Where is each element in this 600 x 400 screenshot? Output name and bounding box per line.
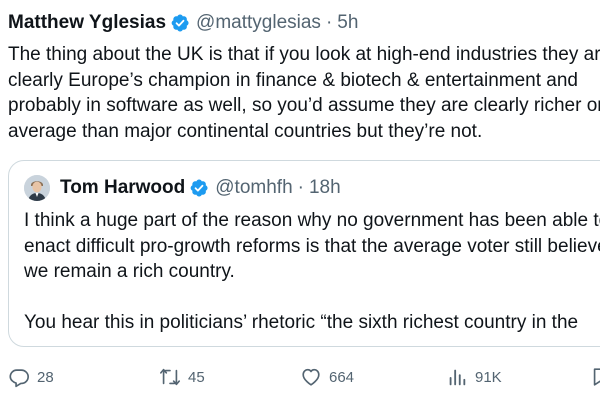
quoted-tweet-text: I think a huge part of the reason why no… (24, 210, 600, 333)
verified-badge-icon (170, 13, 190, 33)
quoted-tweet-header: Tom Harwood @tomhfh · 18h (24, 174, 341, 202)
tweet[interactable]: Matthew Yglesias @mattyglesias · 5h The … (0, 0, 600, 400)
avatar[interactable] (24, 175, 50, 201)
retweet-count: 45 (188, 368, 205, 386)
separator-dot: · (297, 177, 304, 198)
author-handle[interactable]: @mattyglesias (196, 12, 321, 34)
like-count: 664 (329, 368, 355, 386)
action-bar: 28 45 664 91K (8, 364, 600, 390)
tweet-header: Matthew Yglesias @mattyglesias · 5h (8, 10, 358, 36)
heart-icon (300, 366, 322, 388)
views-count: 91K (475, 368, 502, 386)
bookmark-icon (590, 366, 600, 388)
reply-count: 28 (37, 368, 54, 386)
reply-icon (8, 366, 30, 388)
tweet-timestamp[interactable]: 5h (337, 12, 358, 34)
author-name[interactable]: Matthew Yglesias (8, 12, 166, 34)
quoted-tweet[interactable]: Tom Harwood @tomhfh · 18h I think a huge… (8, 160, 600, 347)
retweet-button[interactable]: 45 (159, 364, 205, 390)
like-button[interactable]: 664 (300, 364, 354, 390)
quoted-author-name[interactable]: Tom Harwood (60, 177, 185, 199)
verified-badge-icon (189, 178, 209, 198)
retweet-icon (159, 366, 181, 388)
views-chart-icon (446, 366, 468, 388)
bookmark-button[interactable] (590, 364, 600, 390)
quoted-author-handle[interactable]: @tomhfh (215, 177, 292, 199)
tweet-text: The thing about the UK is that if you lo… (8, 44, 600, 142)
reply-button[interactable]: 28 (8, 364, 54, 390)
separator-dot: · (325, 12, 333, 33)
views-button[interactable]: 91K (446, 364, 502, 390)
quoted-tweet-timestamp[interactable]: 18h (309, 177, 341, 199)
